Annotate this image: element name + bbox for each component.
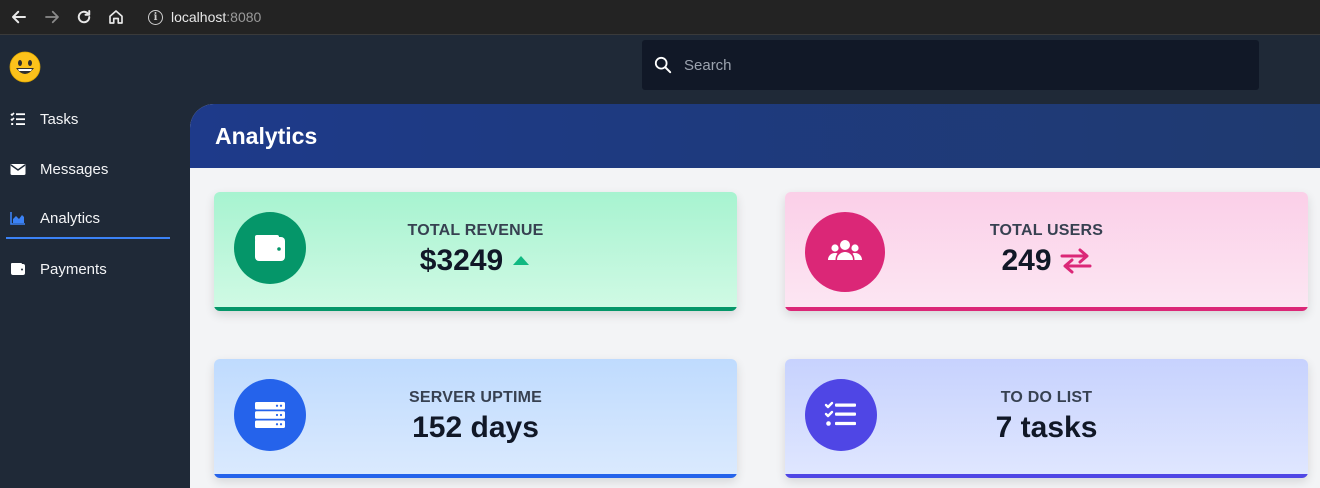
info-icon[interactable]: i [148,9,163,25]
card-title: TOTAL USERS [989,222,1104,239]
card-title: TOTAL REVENUE [407,222,544,239]
envelope-icon [10,161,26,177]
caret-up-icon [511,254,531,268]
server-uptime-card[interactable]: SERVER UPTIME 152 days [214,359,737,478]
reload-icon[interactable] [73,6,95,28]
wallet-icon [10,261,26,277]
total-users-card[interactable]: TOTAL USERS 249 [785,192,1308,311]
sidebar-item-tasks[interactable]: Tasks [6,99,170,139]
sidebar-item-label: Analytics [40,209,101,227]
card-value: 249 [1001,244,1052,277]
sidebar-item-label: Messages [40,160,109,178]
card-value: $3249 [419,244,504,277]
card-accent-bar [785,307,1308,311]
todo-list-card[interactable]: TO DO LIST 7 tasks [785,359,1308,478]
browser-toolbar: i localhost:8080 [0,0,1320,35]
smiley-logo-icon[interactable] [8,50,42,84]
url-port: :8080 [226,9,262,25]
search-bar [642,40,1259,90]
card-title: SERVER UPTIME [409,389,542,406]
page-title: Analytics [215,122,318,149]
exchange-arrows-icon [1060,248,1092,274]
sidebar-item-messages[interactable]: Messages [6,149,170,189]
card-accent-bar [214,307,737,311]
address-bar[interactable]: i localhost:8080 [148,8,261,26]
search-input[interactable] [684,56,1224,74]
sidebar-item-analytics[interactable]: Analytics [6,199,170,239]
chart-area-icon [10,210,26,226]
card-accent-bar [785,474,1308,478]
main-panel: Analytics TOTAL REVENUE $3249 TOTAL USER… [190,104,1320,488]
card-accent-bar [214,474,737,478]
forward-icon[interactable] [41,6,63,28]
total-revenue-card[interactable]: TOTAL REVENUE $3249 [214,192,737,311]
home-icon[interactable] [105,6,127,28]
sidebar-item-label: Tasks [40,110,79,128]
back-icon[interactable] [8,6,30,28]
sidebar-item-label: Payments [40,260,107,278]
search-icon [654,56,672,74]
sidebar-item-payments[interactable]: Payments [6,249,170,289]
sidebar: Tasks Messages Analytics Payments [0,36,190,488]
card-title: TO DO LIST [1000,389,1093,406]
card-value: 152 days [412,411,539,444]
url-host: localhost [171,9,227,25]
main-header: Analytics [190,104,1320,168]
tasks-icon [10,111,26,127]
card-value: 7 tasks [995,411,1098,444]
